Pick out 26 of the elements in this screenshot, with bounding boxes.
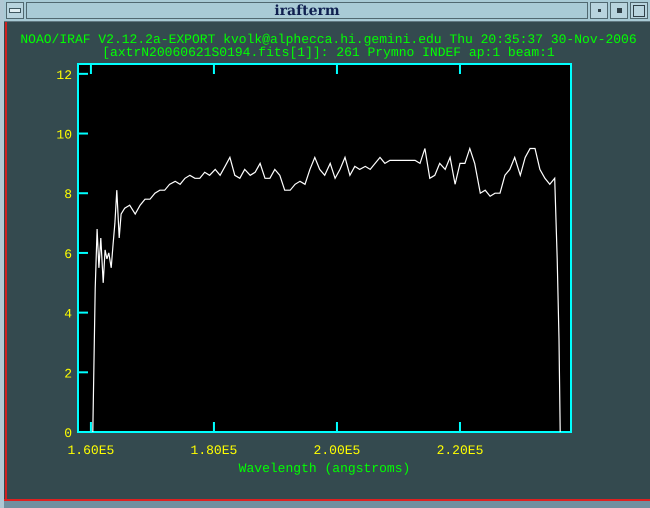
plot-header-line: NOAO/IRAF V2.12.2a-EXPORT kvolk@alphecca.hi.gemini.edu Thu 20:35:37 30-Nov-2006 <box>20 33 637 46</box>
y-tick <box>78 132 88 135</box>
y-tick <box>78 312 88 314</box>
y-tick <box>78 431 88 433</box>
y-tick-label: 8 <box>64 187 72 202</box>
y-tick-label: 0 <box>64 426 72 441</box>
iconify-button[interactable] <box>610 2 628 19</box>
y-tick-label: 4 <box>64 306 72 322</box>
x-tick-label: 1.60E5 <box>68 443 114 458</box>
y-tick-label: 10 <box>56 128 72 143</box>
y-tick-label: 12 <box>56 68 72 83</box>
plot-header-line: [axtrN20060621S0194.fits[1]]: 261 Prymno INDEF ap:1 beam:1 <box>102 46 555 59</box>
y-tick-label: 6 <box>64 246 72 262</box>
y-tick <box>78 252 88 254</box>
y-tick <box>78 371 88 374</box>
y-tick <box>78 72 88 75</box>
x-tick-label: 1.80E5 <box>190 443 238 458</box>
x-tick-label: 2.20E5 <box>436 443 484 458</box>
x-axis-label: Wavelength (angstroms) <box>238 461 410 476</box>
minimize-button[interactable] <box>590 2 608 19</box>
x-tick-label: 2.00E5 <box>314 443 360 458</box>
y-tick <box>78 192 88 194</box>
window-title: irafterm <box>26 2 588 19</box>
maximize-button[interactable] <box>630 2 648 19</box>
window-menu-button[interactable] <box>6 2 24 19</box>
y-tick-label: 2 <box>64 366 72 382</box>
